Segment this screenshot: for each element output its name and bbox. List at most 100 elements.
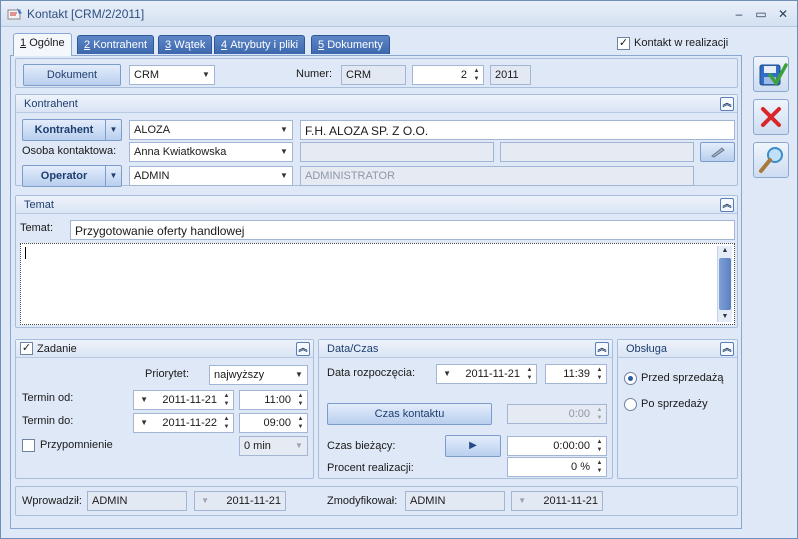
progress-field[interactable]: 0 % ▲ ▼ (507, 457, 607, 477)
tab-dokumenty[interactable]: 5 Dokumenty (311, 35, 390, 54)
from-time-field[interactable]: 11:00 ▲ ▼ (239, 390, 308, 410)
scroll-thumb[interactable] (719, 258, 731, 310)
close-icon (761, 107, 781, 127)
in-progress-checkbox[interactable]: ✓ (617, 37, 630, 50)
collapse-icon[interactable]: ︽ (720, 97, 734, 111)
close-button[interactable]: ✕ (773, 5, 793, 23)
reminder-value: 0 min (244, 440, 271, 452)
contact-email-field (500, 142, 694, 162)
tab-kontrahent[interactable]: 2 Kontrahent (77, 35, 155, 54)
title-bar: Kontakt [CRM/2/2011] – ▭ ✕ (1, 1, 797, 27)
spin-icon[interactable]: ▲ ▼ (472, 67, 481, 83)
tab-ogolne[interactable]: 1 Ogólne (13, 33, 72, 56)
send-mail-button[interactable] (700, 142, 735, 162)
spin-icon[interactable]: ▲ ▼ (595, 459, 604, 475)
from-time-value: 11:00 (264, 394, 291, 406)
subject-section-title: Temat (24, 199, 54, 211)
collapse-icon[interactable]: ︽ (720, 198, 734, 212)
spin-icon[interactable]: ▲ ▼ (595, 438, 604, 454)
progress-label: Procent realizacji: (327, 462, 414, 474)
to-date-field[interactable]: ▼ 2011-11-22 ▲ ▼ (133, 413, 234, 433)
datetime-group: Data/Czas ︽ Data rozpoczęcia: ▼ 2011-11-… (318, 339, 613, 479)
minimize-button[interactable]: – (729, 5, 749, 23)
save-button[interactable] (753, 56, 789, 92)
in-progress-label: Kontakt w realizacji (634, 37, 729, 49)
chevron-down-icon[interactable]: ▼ (105, 166, 121, 186)
collapse-icon[interactable]: ︽ (595, 342, 609, 356)
operator-button[interactable]: Operator ▼ (22, 165, 122, 187)
contact-window: Kontakt [CRM/2/2011] – ▭ ✕ 1 Ogólne 2 Ko… (0, 0, 798, 539)
contact-time-value: 0:00 (568, 408, 590, 420)
start-date-value: 2011-11-21 (465, 368, 520, 380)
spin-icon[interactable]: ▲ ▼ (222, 392, 231, 408)
contact-person-value: Anna Kwiatkowska (134, 146, 227, 158)
spin-icon[interactable]: ▲ ▼ (296, 392, 305, 408)
collapse-icon[interactable]: ︽ (296, 342, 310, 356)
to-time-value: 09:00 (263, 417, 291, 429)
contractor-header: Kontrahent ︽ (16, 95, 737, 113)
play-button[interactable]: ▶ (445, 435, 501, 457)
operator-code-value: ADMIN (134, 170, 170, 182)
reminder-label: Przypomnienie (40, 439, 113, 451)
footer-group: Wprowadził: ADMIN ▼ 2011-11-21 Zmodyfiko… (15, 486, 738, 516)
chevron-down-icon: ▼ (295, 370, 303, 379)
maximize-button[interactable]: ▭ (751, 5, 771, 23)
contact-time-button[interactable]: Czas kontaktu (327, 403, 492, 425)
current-time-field[interactable]: 0:00:00 ▲ ▼ (507, 436, 607, 456)
spin-icon[interactable]: ▲ ▼ (525, 366, 534, 382)
number-prefix-field: CRM (341, 65, 406, 85)
operator-button-label: Operator (40, 170, 88, 182)
reminder-select[interactable]: 0 min ▼ (239, 436, 308, 456)
contractor-code-select[interactable]: ALOZA ▼ (129, 120, 293, 140)
spin-icon[interactable]: ▲ ▼ (296, 415, 305, 431)
scroll-up-icon[interactable]: ▲ (718, 246, 732, 256)
subject-field[interactable]: Przygotowanie oferty handlowej (70, 220, 735, 240)
reminder-checkbox[interactable] (22, 439, 35, 452)
task-header: ✓ Zadanie ︽ (16, 340, 313, 358)
scrollbar[interactable]: ▲ ▼ (717, 246, 732, 322)
spin-icon[interactable]: ▲ ▼ (595, 366, 604, 382)
contractor-button-label: Kontrahent (34, 124, 94, 136)
document-type-select[interactable]: CRM ▼ (129, 65, 215, 85)
subject-body-textarea[interactable]: ▲ ▼ (20, 243, 735, 325)
chevron-down-icon[interactable]: ▼ (138, 393, 148, 407)
radio-after-sale[interactable] (624, 398, 637, 411)
chevron-down-icon[interactable]: ▼ (105, 120, 121, 140)
chevron-down-icon: ▼ (201, 496, 209, 505)
number-seq-value: 2 (460, 69, 467, 81)
start-time-field[interactable]: 11:39 ▲ ▼ (545, 364, 607, 384)
tab-page-general: Dokument CRM ▼ Numer: CRM 2 ▲ ▼ 2011 Kont… (10, 55, 742, 529)
spin-icon[interactable]: ▲ ▼ (222, 415, 231, 431)
number-seq-field[interactable]: 2 ▲ ▼ (412, 65, 484, 85)
contractor-name-field[interactable]: F.H. ALOZA SP. Z O.O. (300, 120, 735, 140)
entered-date-field: ▼ 2011-11-21 (194, 491, 286, 511)
chevron-down-icon[interactable]: ▼ (138, 416, 148, 430)
chevron-down-icon: ▼ (280, 125, 288, 134)
document-type-value: CRM (134, 69, 160, 81)
contact-app-icon (7, 8, 22, 20)
datetime-section-title: Data/Czas (327, 343, 379, 355)
to-time-field[interactable]: 09:00 ▲ ▼ (239, 413, 308, 433)
priority-select[interactable]: najwyższy ▼ (209, 365, 308, 385)
contractor-button[interactable]: Kontrahent ▼ (22, 119, 122, 141)
entered-date-value: 2011-11-21 (226, 495, 281, 507)
tab-atrybuty[interactable]: 4 Atrybuty i pliki (214, 35, 306, 54)
chevron-down-icon[interactable]: ▼ (441, 367, 451, 381)
preview-button[interactable] (753, 142, 789, 178)
cancel-button[interactable] (753, 99, 789, 135)
tab-watek[interactable]: 3 Wątek (158, 35, 213, 54)
radio-before-sale[interactable] (624, 372, 637, 385)
contact-person-select[interactable]: Anna Kwiatkowska ▼ (129, 142, 293, 162)
from-label: Termin od: (22, 392, 74, 404)
task-checkbox[interactable]: ✓ (20, 342, 33, 355)
document-button[interactable]: Dokument (23, 64, 121, 86)
scroll-down-icon[interactable]: ▼ (718, 312, 732, 322)
operator-code-select[interactable]: ADMIN ▼ (129, 166, 293, 186)
from-date-field[interactable]: ▼ 2011-11-21 ▲ ▼ (133, 390, 234, 410)
start-date-field[interactable]: ▼ 2011-11-21 ▲ ▼ (436, 364, 537, 384)
radio-before-sale-label: Przed sprzedażą (641, 372, 724, 384)
current-time-label: Czas bieżący: (327, 440, 396, 452)
current-time-value: 0:00:00 (553, 440, 590, 452)
collapse-icon[interactable]: ︽ (720, 342, 734, 356)
play-icon: ▶ (469, 440, 477, 451)
